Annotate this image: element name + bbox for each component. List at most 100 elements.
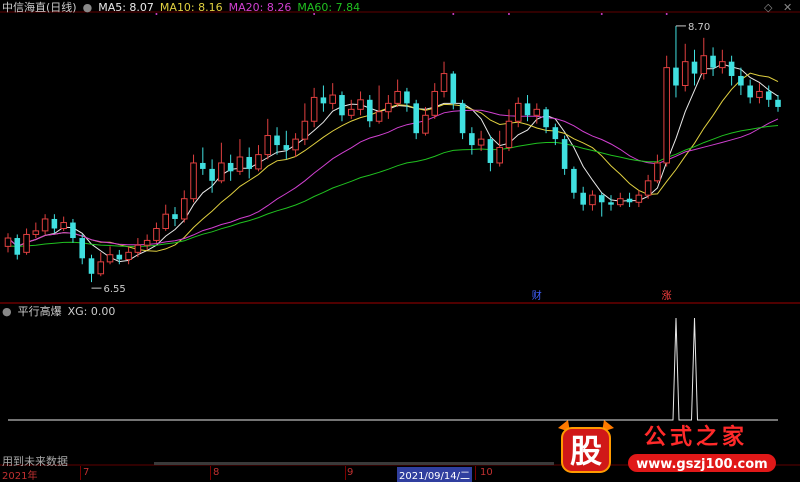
candle-body bbox=[608, 202, 614, 205]
candle-body bbox=[264, 135, 272, 156]
candle-body bbox=[32, 230, 40, 235]
candle-body bbox=[469, 133, 475, 146]
candle-body bbox=[88, 258, 95, 274]
settings-icon[interactable]: ● bbox=[83, 1, 93, 14]
marker-zhang: 涨 bbox=[662, 290, 672, 302]
candle-body bbox=[450, 73, 457, 104]
candle-body bbox=[347, 108, 355, 116]
candle-body bbox=[375, 111, 383, 122]
watermark-char: 股 bbox=[570, 432, 602, 470]
candle-body bbox=[487, 139, 494, 163]
candle-body bbox=[580, 192, 586, 205]
ma60-label: MA60: 7.84 bbox=[297, 1, 361, 14]
candle-body bbox=[329, 94, 336, 104]
tick-sep: 9 bbox=[347, 467, 354, 478]
indicator-header: ● 平行高爆 XG: 0.00 bbox=[2, 305, 121, 319]
ma20-line bbox=[7, 109, 779, 247]
candle-body bbox=[143, 239, 151, 246]
candle-body bbox=[589, 194, 596, 206]
low-label: 6.55 bbox=[103, 284, 125, 295]
candle-body bbox=[719, 61, 726, 69]
marker-cai: 财 bbox=[532, 289, 542, 302]
candle-body bbox=[514, 102, 522, 122]
chart-header: 中信海直(日线) ● MA5: 8.07 MA10: 8.16 MA20: 8.26 MA… bbox=[2, 1, 366, 15]
candle-body bbox=[571, 168, 577, 193]
tick-oct: 10 bbox=[480, 467, 493, 478]
candle-body bbox=[180, 198, 188, 220]
high-label: 8.70 bbox=[688, 22, 710, 33]
candle-body bbox=[673, 67, 679, 86]
candle-body bbox=[153, 228, 160, 241]
candle-body bbox=[283, 145, 290, 150]
candle-body bbox=[190, 162, 197, 200]
indicator-value: XG: 0.00 bbox=[67, 305, 116, 318]
candle-body bbox=[756, 90, 763, 98]
candle-body bbox=[459, 103, 466, 134]
candle-body bbox=[738, 75, 744, 86]
stock-title[interactable]: 中信海直(日线) bbox=[2, 1, 77, 14]
candle-body bbox=[209, 168, 215, 181]
candle-body bbox=[700, 55, 708, 75]
candle-body bbox=[728, 61, 735, 76]
candle-body bbox=[691, 61, 698, 74]
watermark-logo: 股 公式之家 www.gszj100.com bbox=[558, 420, 776, 473]
candle-body bbox=[422, 114, 429, 134]
indicator-settings-icon[interactable]: ● bbox=[2, 305, 12, 318]
candle-body bbox=[246, 157, 252, 169]
indicator-name[interactable]: 平行高爆 bbox=[18, 305, 62, 318]
candle-body bbox=[292, 138, 299, 151]
watermark-url: www.gszj100.com bbox=[636, 457, 767, 472]
candle-body bbox=[431, 90, 439, 116]
candle-body bbox=[301, 120, 309, 140]
candle-body bbox=[765, 91, 772, 100]
candle-body bbox=[116, 254, 123, 260]
xg-signal-line bbox=[8, 317, 778, 421]
candle-body bbox=[320, 97, 327, 104]
candle-body bbox=[4, 237, 12, 247]
candle-body bbox=[505, 120, 513, 148]
candle-body bbox=[626, 198, 633, 203]
candle-body bbox=[663, 67, 670, 164]
event-dot bbox=[507, 13, 510, 15]
candle-body bbox=[218, 162, 225, 182]
candle-body bbox=[97, 261, 105, 275]
candle-body bbox=[134, 244, 142, 253]
candle-body bbox=[41, 218, 49, 232]
event-dot bbox=[452, 13, 455, 15]
candle-body bbox=[533, 108, 541, 116]
candle-body bbox=[23, 233, 30, 253]
candle-body bbox=[654, 162, 661, 182]
scrollbar-thumb[interactable] bbox=[154, 462, 554, 465]
candle-body bbox=[561, 139, 568, 169]
candle-body bbox=[496, 146, 503, 164]
candle-body bbox=[200, 162, 206, 169]
candle-body bbox=[162, 213, 169, 229]
candle-body bbox=[227, 162, 234, 172]
candle-body bbox=[524, 103, 531, 116]
candle-body bbox=[106, 254, 114, 263]
candle-body bbox=[394, 90, 401, 104]
candle-body bbox=[747, 85, 753, 98]
candle-body bbox=[70, 222, 76, 239]
candle-body bbox=[125, 251, 132, 260]
candle-body bbox=[440, 73, 448, 92]
candle-body bbox=[236, 156, 244, 172]
candle-body bbox=[60, 222, 67, 230]
candle-body bbox=[385, 102, 392, 113]
candle-body bbox=[598, 195, 605, 203]
candle-body bbox=[617, 198, 624, 206]
candle-body bbox=[367, 99, 373, 122]
candle-body bbox=[775, 99, 781, 107]
candle-body bbox=[79, 238, 85, 259]
event-dot bbox=[600, 13, 603, 15]
close-icon[interactable]: ✕ bbox=[783, 1, 792, 14]
ma5-label: MA5: 8.07 bbox=[98, 1, 154, 14]
candle-body bbox=[710, 55, 716, 68]
candle-body bbox=[543, 109, 549, 128]
candle-body bbox=[172, 214, 178, 219]
candle-body bbox=[413, 103, 419, 134]
candle-body bbox=[310, 96, 318, 122]
ma5-line bbox=[7, 63, 779, 263]
expand-icon[interactable]: ◇ bbox=[764, 1, 772, 14]
watermark-title: 公式之家 bbox=[644, 424, 748, 450]
